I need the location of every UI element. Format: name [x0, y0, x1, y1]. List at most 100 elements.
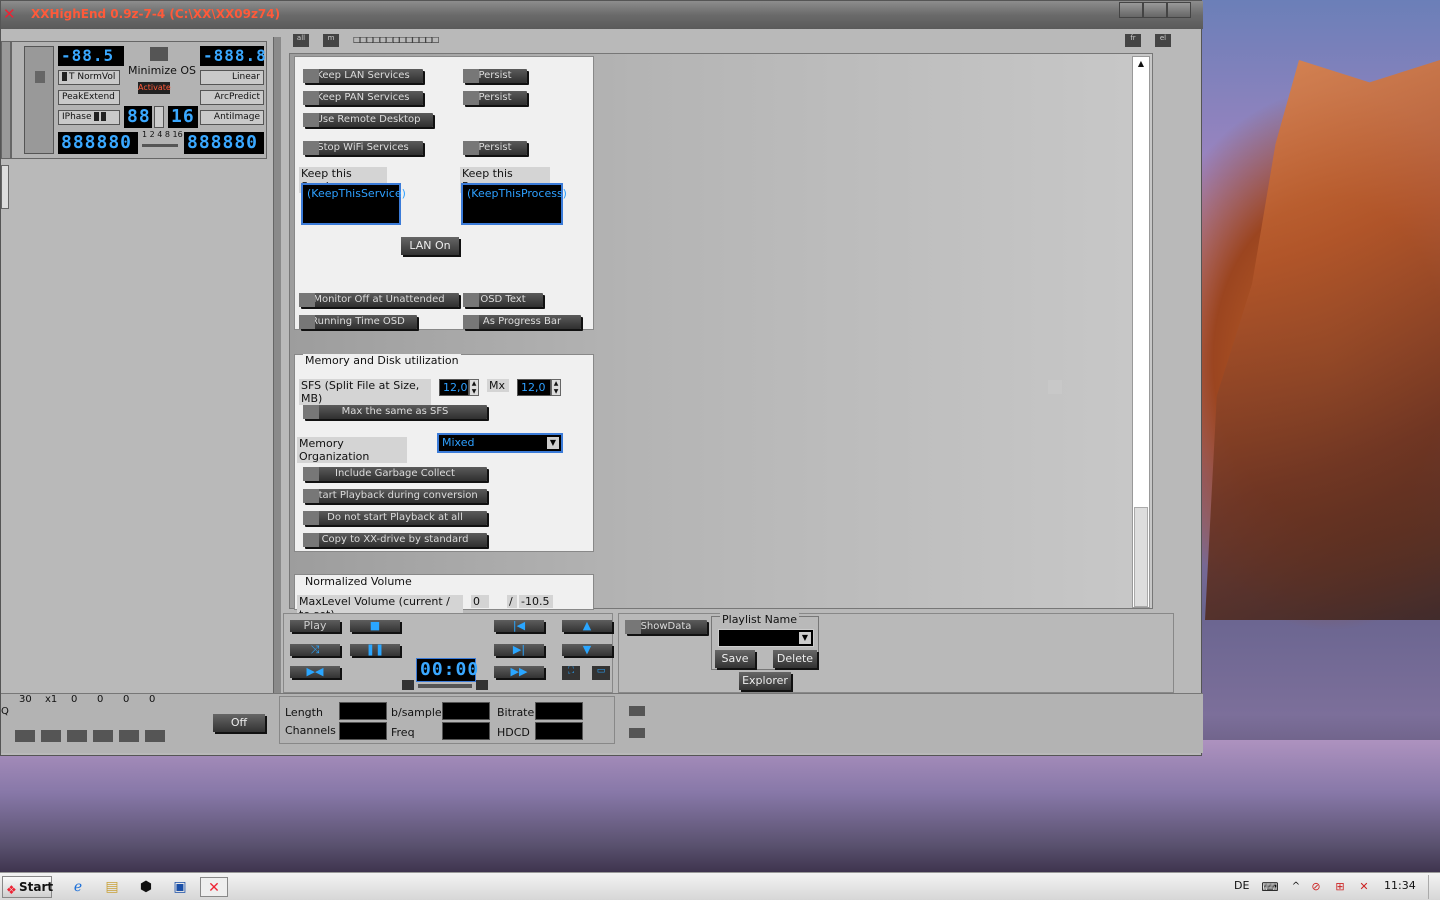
seek-forward-icon[interactable] [476, 680, 488, 690]
keep-service-list[interactable]: (KeepThisService) [301, 183, 406, 225]
left-tab-strip[interactable] [1, 41, 11, 159]
seek-back-icon[interactable] [402, 680, 414, 690]
repeat-button[interactable]: ▶◀ [290, 666, 340, 678]
toolbar-dot-tabs[interactable]: □□□□□□□□□□□□□ [353, 35, 439, 44]
chevron-down-icon[interactable]: ▼ [547, 437, 559, 449]
running-time-osd-button[interactable]: Running Time OSD [299, 315, 417, 329]
minimize-button[interactable] [1119, 2, 1143, 18]
max-same-label: Max the same as SFS [341, 406, 449, 417]
up-button[interactable]: ▲ [562, 620, 612, 632]
sfs-spinner[interactable]: ▲ ▼ [469, 379, 479, 396]
show-desktop-button[interactable] [1428, 875, 1438, 899]
eq-slider-5[interactable] [119, 730, 139, 742]
eq-slider-6[interactable] [145, 730, 165, 742]
package-icon[interactable]: ⬢ [136, 877, 156, 897]
tray-expand-icon[interactable]: ^ [1286, 877, 1306, 897]
include-garbage-button[interactable]: Include Garbage Collect [303, 467, 487, 481]
close-button[interactable] [1167, 2, 1191, 18]
fast-forward-button[interactable]: ▶▶ [494, 666, 544, 678]
iphase-toggle[interactable]: IPhase [58, 110, 120, 125]
clock[interactable]: 11:34 [1384, 879, 1416, 892]
maximize-button[interactable] [1143, 2, 1167, 18]
off-button[interactable]: Off [213, 714, 265, 732]
peakextend-toggle[interactable]: PeakExtend [58, 90, 120, 105]
save-disk-icon[interactable]: ▣ [170, 877, 190, 897]
eq-slider-2[interactable] [41, 730, 61, 742]
language-indicator[interactable]: DE [1234, 879, 1249, 892]
keep-process-list[interactable]: (KeepThisProcess) [461, 183, 567, 225]
info-toggle-1[interactable] [629, 706, 645, 716]
volume-icon[interactable]: ✕ [1354, 877, 1374, 897]
stop-wifi-services-button[interactable]: Stop WiFi Services [303, 141, 423, 155]
playlist-name-select[interactable]: ▼ [718, 629, 814, 647]
down-button[interactable]: ▼ [562, 644, 612, 656]
max-same-sfs-button[interactable]: Max the same as SFS [303, 405, 487, 419]
monitor-off-button[interactable]: Monitor Off at Unattended [299, 293, 459, 307]
antiimage-toggle[interactable]: AntiImage [200, 110, 264, 125]
use-remote-desktop-button[interactable]: Use Remote Desktop [303, 113, 433, 127]
no-playback-button[interactable]: Do not start Playback at all [303, 511, 487, 525]
toolbar-button-d[interactable]: el [1155, 34, 1171, 47]
chevron-down-icon[interactable]: ▼ [799, 632, 811, 644]
start-button[interactable]: ❖ Start [2, 876, 53, 898]
start-playback-button[interactable]: Start Playback during conversion [303, 489, 487, 503]
selector-switch[interactable] [154, 106, 164, 128]
expand-icon[interactable]: ⛶ [562, 666, 580, 680]
save-button[interactable]: Save [715, 650, 755, 668]
scroll-up-icon[interactable]: ▲ [1135, 59, 1147, 73]
tray-app-icon[interactable]: ⊘ [1306, 877, 1326, 897]
minimize-os-toggle[interactable] [150, 47, 168, 61]
explorer-button[interactable]: Explorer [739, 672, 791, 690]
volume-slider-thumb[interactable] [35, 71, 45, 83]
mx-input[interactable]: 12,0 [517, 379, 551, 396]
memory-organization-select[interactable]: Mixed ▼ [437, 433, 563, 453]
osd-text-button[interactable]: OSD Text [463, 293, 543, 307]
keep-lan-services-button[interactable]: Keep LAN Services [303, 69, 423, 83]
copy-xx-drive-button[interactable]: Copy to XX-drive by standard [303, 533, 487, 547]
delete-button[interactable]: Delete [773, 650, 817, 668]
keep-pan-services-button[interactable]: Keep PAN Services [303, 91, 423, 105]
settings-scrollbar[interactable]: ▲ [1132, 56, 1150, 608]
persist-lan-button[interactable]: Persist [463, 69, 527, 83]
pause-button[interactable]: ❚❚ [350, 644, 400, 656]
network-icon[interactable]: ⊞ [1330, 877, 1350, 897]
activate-button[interactable]: Activate [138, 82, 171, 94]
folder-icon[interactable]: ▤ [102, 877, 122, 897]
eq-slider-4[interactable] [93, 730, 113, 742]
window-icon[interactable]: ▭ [592, 666, 610, 680]
maxlevel-to-set[interactable]: -10.5 [519, 595, 553, 608]
toolbar-button-b[interactable]: m [323, 34, 339, 47]
arcpredict-toggle[interactable]: ArcPredict [200, 90, 264, 105]
seek-slider[interactable] [418, 684, 472, 688]
shuffle-button[interactable]: ⤨ [290, 644, 340, 656]
progress-bar-button[interactable]: As Progress Bar [463, 315, 581, 329]
lan-on-button[interactable]: LAN On [401, 237, 459, 255]
keyboard-icon[interactable]: ⌨ [1260, 877, 1280, 897]
eq-slider-1[interactable] [15, 730, 35, 742]
previous-track-button[interactable]: |◀ [494, 620, 544, 632]
volume-slider[interactable] [24, 46, 54, 154]
toolbar-button-a[interactable]: all [293, 34, 309, 47]
normvol-toggle[interactable]: T NormVol [58, 70, 120, 85]
panel-divider[interactable] [273, 37, 281, 693]
info-toggle-2[interactable] [629, 728, 645, 738]
app-logo-icon: ✕ [3, 5, 16, 23]
title-bar[interactable]: ✕ XXHighEnd 0.9z-7-4 (C:\XX\XX09z74) [1, 1, 1203, 29]
persist-pan-button[interactable]: Persist [463, 91, 527, 105]
sfs-input[interactable]: 12,0 [439, 379, 469, 396]
next-track-button[interactable]: ▶| [494, 644, 544, 656]
toolbar-button-c[interactable]: fr [1125, 34, 1141, 47]
monitor-off-label: Monitor Off at Unattended [313, 294, 445, 305]
xxhighend-taskbar-icon[interactable]: ✕ [200, 877, 228, 897]
mx-spinner[interactable]: ▲ ▼ [551, 379, 561, 396]
scrollbar-thumb[interactable] [1134, 507, 1148, 607]
eq-slider-3[interactable] [67, 730, 87, 742]
play-button[interactable]: Play [290, 620, 340, 632]
internet-explorer-icon[interactable]: ℯ [68, 877, 88, 897]
showdata-button[interactable]: ShowData [625, 620, 707, 634]
linear-toggle[interactable]: Linear [200, 70, 264, 85]
side-handle[interactable] [1, 165, 9, 209]
scale-slider[interactable] [142, 144, 178, 147]
persist-wifi-button[interactable]: Persist [463, 141, 527, 155]
stop-button[interactable]: ■ [350, 620, 400, 632]
